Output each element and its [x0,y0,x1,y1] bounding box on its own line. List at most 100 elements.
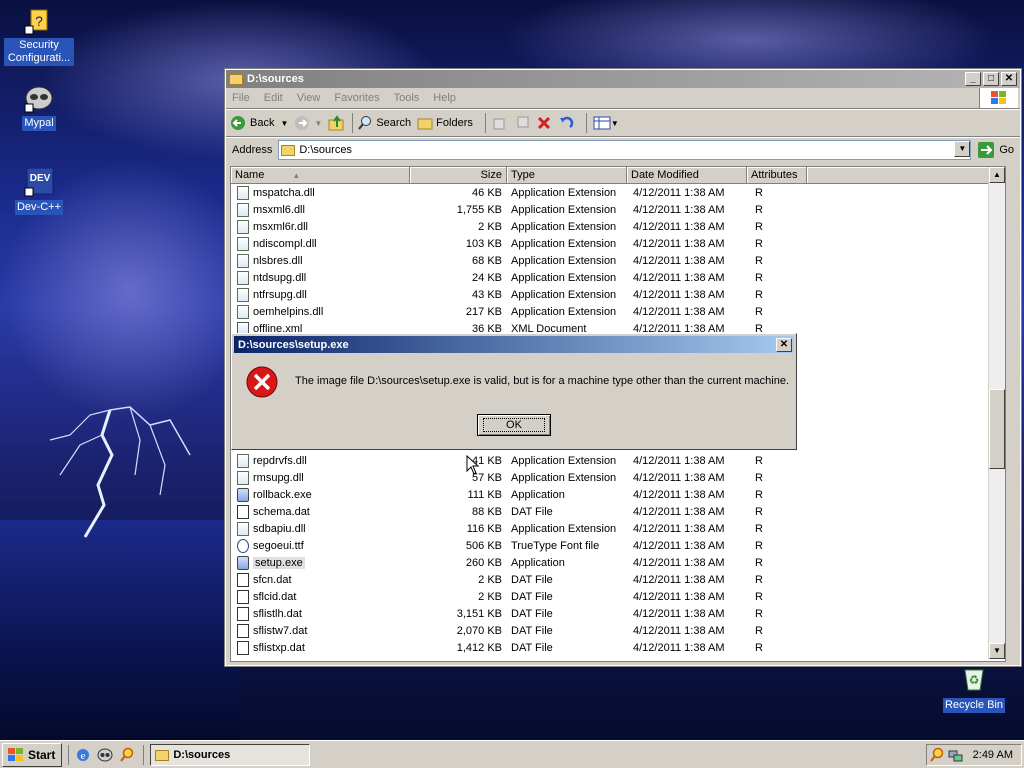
file-name-cell[interactable]: ntfrsupg.dll [231,287,410,302]
close-button[interactable]: ✕ [1001,72,1017,86]
file-row[interactable]: sdbapiu.dll 116 KB Application Extension 4/… [231,520,989,537]
file-name-cell[interactable]: setup.exe [231,555,410,570]
file-size: 2 KB [478,220,502,233]
dialog-titlebar[interactable]: D:\sources\setup.exe ✕ [234,336,794,353]
address-input[interactable]: D:\sources ▼ [278,140,972,160]
file-row[interactable]: sflistlh.dat 3,151 KB DAT File 4/12/2011 1:… [231,605,989,622]
file-date: 4/12/2011 1:38 AM [633,573,725,586]
desktop-icon-dev-cpp[interactable]: DEV Dev-C++ [4,166,74,215]
file-name-cell[interactable]: mspatcha.dll [231,185,410,200]
file-name-cell[interactable]: sdbapiu.dll [231,521,410,536]
views-button[interactable]: ▼ [593,116,619,130]
menu-help[interactable]: Help [433,92,456,104]
file-type: Application Extension [511,186,617,199]
chevron-down-icon[interactable]: ▼ [280,119,288,128]
file-name-cell[interactable]: rollback.exe [231,487,410,502]
file-name-cell[interactable]: rmsupg.dll [231,470,410,485]
undo-button[interactable] [558,115,574,131]
file-name-cell[interactable]: sfcn.dat [231,572,410,587]
move-to-button[interactable] [492,115,508,131]
chevron-down-icon[interactable]: ▼ [314,119,322,128]
network-icon[interactable] [947,747,963,763]
file-name-cell[interactable]: nlsbres.dll [231,253,410,268]
file-name-cell[interactable]: segoeui.ttf [231,538,410,553]
column-size[interactable]: Size [410,167,507,183]
file-name-cell[interactable]: ntdsupg.dll [231,270,410,285]
maximize-button[interactable]: □ [983,72,999,86]
column-date-modified[interactable]: Date Modified [627,167,747,183]
forward-button[interactable]: ▼ [294,115,322,131]
column-type[interactable]: Type [507,167,627,183]
up-folder-button[interactable] [328,115,346,131]
desktop-icon-recycle-bin[interactable]: ♻ Recycle Bin [939,664,1009,713]
desktop-icon-mypal[interactable]: Mypal [4,82,74,131]
column-attributes[interactable]: Attributes [747,167,807,183]
file-size: 46 KB [472,186,502,199]
file-row[interactable]: mspatcha.dll 46 KB Application Extension 4/… [231,184,1005,201]
toolbar: Back ▼ ▼ Search Folders ▼ [226,109,1020,137]
vertical-scrollbar[interactable]: ▲ ▼ [988,167,1005,659]
file-name-cell[interactable]: msxml6.dll [231,202,410,217]
explorer-titlebar[interactable]: D:\sources _ □ ✕ [226,70,1020,88]
tray-search-icon[interactable] [929,747,945,763]
file-row[interactable]: msxml6r.dll 2 KB Application Extension 4/12… [231,218,1005,235]
menu-edit[interactable]: Edit [264,92,283,104]
search-icon [358,116,372,130]
file-row[interactable]: setup.exe 260 KB Application 4/12/2011 1:38… [231,554,989,571]
menu-tools[interactable]: Tools [394,92,420,104]
desktop-icon-security-config[interactable]: ? Security Configurati... [4,4,74,66]
file-row[interactable]: schema.dat 88 KB DAT File 4/12/2011 1:38 AM… [231,503,989,520]
column-name[interactable]: Name ▲ [231,167,410,183]
file-row[interactable]: ndiscompl.dll 103 KB Application Extension… [231,235,1005,252]
file-name-cell[interactable]: sflistw7.dat [231,623,410,638]
file-name-cell[interactable]: msxml6r.dll [231,219,410,234]
minimize-button[interactable]: _ [965,72,981,86]
ok-button[interactable]: OK [477,414,551,436]
file-name-cell[interactable]: schema.dat [231,504,410,519]
file-rows-bottom: repdrvfs.dll 41 KB Application Extension 4/… [231,452,989,656]
menu-favorites[interactable]: Favorites [334,92,379,104]
search-icon[interactable] [119,747,135,763]
menu-file[interactable]: File [232,92,250,104]
taskbar-item-explorer[interactable]: D:\sources [150,744,311,766]
file-row[interactable]: sfcn.dat 2 KB DAT File 4/12/2011 1:38 AM R [231,571,989,588]
file-size: 57 KB [472,471,502,484]
mypal-icon[interactable] [97,747,113,763]
file-row[interactable]: nlsbres.dll 68 KB Application Extension 4/1… [231,252,1005,269]
file-row[interactable]: sflistw7.dat 2,070 KB DAT File 4/12/2011 1:… [231,622,989,639]
back-button[interactable]: Back ▼ [230,115,288,131]
file-name-cell[interactable]: oemhelpins.dll [231,304,410,319]
file-name-cell[interactable]: sflistxp.dat [231,640,410,655]
file-row[interactable]: repdrvfs.dll 41 KB Application Extension 4/… [231,452,989,469]
file-name-cell[interactable]: ndiscompl.dll [231,236,410,251]
file-name-cell[interactable]: sflistlh.dat [231,606,410,621]
delete-button[interactable] [536,115,552,131]
file-row[interactable]: oemhelpins.dll 217 KB Application Extensio… [231,303,1005,320]
dialog-close-button[interactable]: ✕ [776,337,792,352]
desktop-icon-label: Mypal [22,116,56,131]
file-row[interactable]: ntdsupg.dll 24 KB Application Extension 4/1… [231,269,1005,286]
file-row[interactable]: rmsupg.dll 57 KB Application Extension 4/12… [231,469,989,486]
address-dropdown-button[interactable]: ▼ [954,141,971,157]
search-button[interactable]: Search [357,115,411,131]
file-row[interactable]: msxml6.dll 1,755 KB Application Extension 4… [231,201,1005,218]
go-button[interactable]: Go [977,141,1014,159]
scroll-thumb[interactable] [989,389,1005,469]
file-name-cell[interactable]: sflcid.dat [231,589,410,604]
file-row[interactable]: rollback.exe 111 KB Application 4/12/2011 1… [231,486,989,503]
file-row[interactable]: sflcid.dat 2 KB DAT File 4/12/2011 1:38 AM R [231,588,989,605]
folders-button[interactable]: Folders [417,116,473,130]
file-row[interactable]: sflistxp.dat 1,412 KB DAT File 4/12/2011 1:… [231,639,989,656]
copy-to-button[interactable] [514,115,530,131]
file-row[interactable]: ntfrsupg.dll 43 KB Application Extension 4/… [231,286,1005,303]
file-name: msxml6r.dll [253,220,309,233]
file-row[interactable]: segoeui.ttf 506 KB TrueType Font file 4/12/… [231,537,989,554]
ie-icon[interactable]: e [75,747,91,763]
start-button[interactable]: Start [2,743,63,767]
file-name-cell[interactable]: repdrvfs.dll [231,453,410,468]
scroll-up-button[interactable]: ▲ [989,167,1005,183]
scroll-down-button[interactable]: ▼ [989,643,1005,659]
menu-view[interactable]: View [297,92,321,104]
clock[interactable]: 2:49 AM [973,749,1013,761]
file-attributes: R [755,539,763,552]
